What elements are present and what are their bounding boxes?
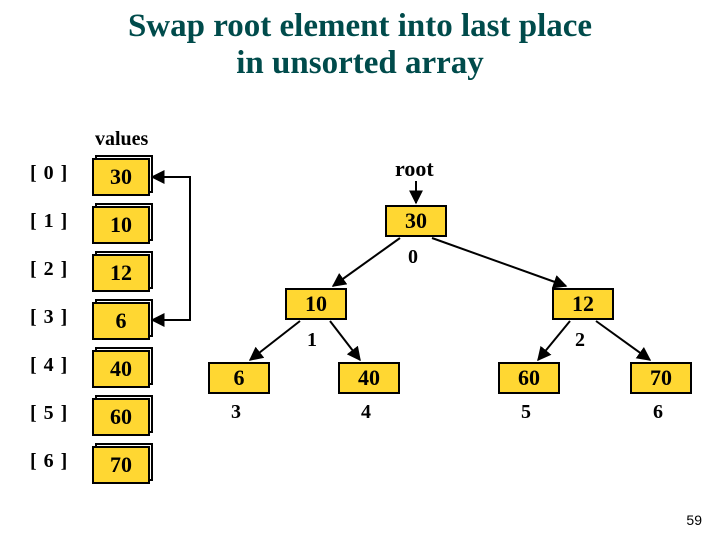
array-index-0: [ 0 ]: [30, 162, 68, 185]
tree-index-r: 2: [575, 329, 585, 352]
tree-node-root: 30: [385, 205, 447, 237]
tree-node-l: 10: [285, 288, 347, 320]
array-index-2: [ 2 ]: [30, 258, 68, 281]
tree-node-lr: 40: [338, 362, 400, 394]
tree-index-rl: 5: [521, 401, 531, 424]
array-index-5: [ 5 ]: [30, 402, 68, 425]
slide-number: 59: [686, 512, 702, 528]
array-index-6: [ 6 ]: [30, 450, 68, 473]
title-line-2: in unsorted array: [236, 45, 484, 81]
array-cell-3: 6: [92, 302, 150, 340]
tree-node-rr: 70: [630, 362, 692, 394]
root-label: root: [395, 156, 434, 182]
values-label: values: [95, 128, 148, 151]
array-index-3: [ 3 ]: [30, 306, 68, 329]
tree-node-ll: 6: [208, 362, 270, 394]
array-cell-4: 40: [92, 350, 150, 388]
array-index-4: [ 4 ]: [30, 354, 68, 377]
slide-title: Swap root element into last place in uns…: [0, 0, 720, 82]
tree-index-ll: 3: [231, 401, 241, 424]
tree-index-l: 1: [307, 329, 317, 352]
tree-node-r: 12: [552, 288, 614, 320]
tree-index-lr: 4: [361, 401, 371, 424]
tree-node-rl: 60: [498, 362, 560, 394]
tree-index-rr: 6: [653, 401, 663, 424]
array-cell-0: 30: [92, 158, 150, 196]
array-cell-5: 60: [92, 398, 150, 436]
title-line-1: Swap root element into last place: [128, 8, 592, 44]
array-cell-6: 70: [92, 446, 150, 484]
tree-index-root: 0: [408, 246, 418, 269]
array-index-1: [ 1 ]: [30, 210, 68, 233]
array-cell-2: 12: [92, 254, 150, 292]
array-cell-1: 10: [92, 206, 150, 244]
